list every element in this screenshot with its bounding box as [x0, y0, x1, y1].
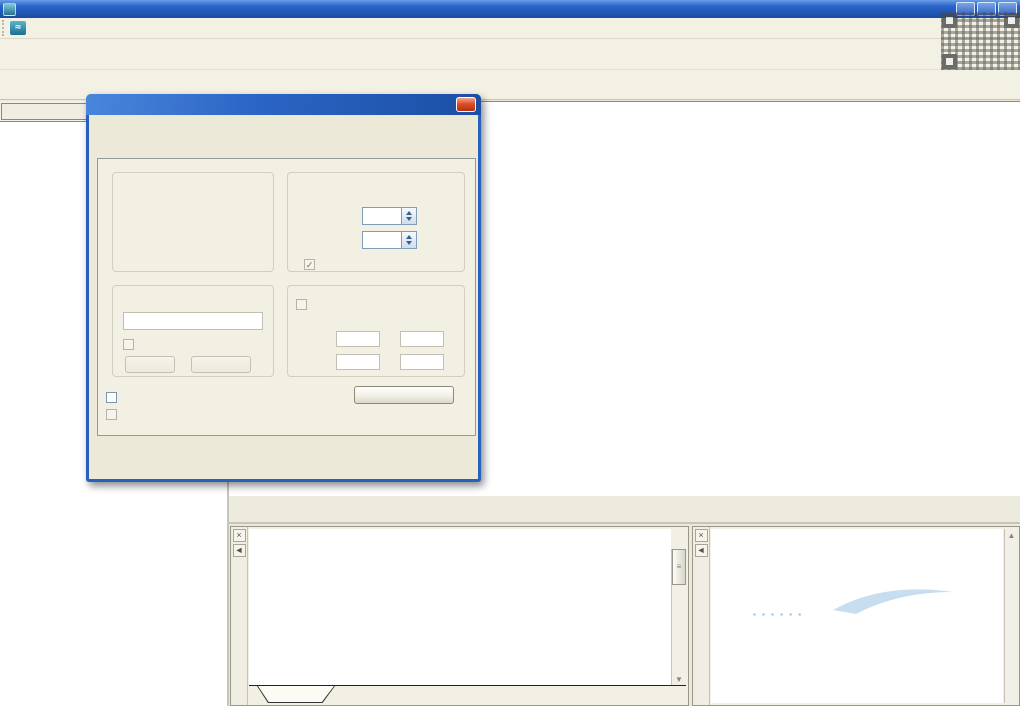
- cst-application-window: ≈ × ◄ ≡ ▼ × ◄ ▲ ✓ ▪ ▪ ▪ ▪ ▪ ▪: [0, 0, 1020, 706]
- parameter-list-close-icon[interactable]: ×: [232, 529, 246, 542]
- parameter-list-strip: × ◄: [231, 527, 248, 705]
- settings-button[interactable]: [191, 356, 251, 373]
- parameter-list-pin-icon[interactable]: ◄: [232, 544, 246, 557]
- phi-end-input[interactable]: [400, 354, 444, 370]
- dialog-title-bar: [86, 94, 481, 115]
- cst-logo-icon: ≈: [10, 21, 26, 35]
- lock-steps-box: ✓: [304, 258, 315, 270]
- parameter-list-panel: × ◄ ≡ ▼: [230, 526, 689, 706]
- menu-bar: ≈: [0, 18, 1020, 39]
- app-icon: [3, 2, 16, 16]
- global-sheet-tab[interactable]: [257, 686, 335, 703]
- dialog-tab-page: ✓: [97, 158, 476, 436]
- message-window-close-icon[interactable]: ×: [694, 529, 708, 542]
- set-time-box: [123, 338, 134, 350]
- minimize-button[interactable]: [956, 2, 975, 16]
- polar-360-box: [106, 391, 117, 403]
- parameter-table-scrollbar[interactable]: ≡ ▼: [671, 549, 686, 685]
- title-bar: [0, 0, 1020, 18]
- angular-range-group: [287, 285, 465, 377]
- lock-steps-checkbox[interactable]: ✓: [304, 256, 320, 272]
- plot-angular-range-checkbox[interactable]: [296, 296, 312, 312]
- scrollbar-down-arrow[interactable]: ▼: [672, 675, 686, 684]
- farfield-plot-dialog: ✓: [86, 94, 481, 482]
- theta-step-input[interactable]: [362, 231, 402, 249]
- parameter-table: [249, 529, 671, 685]
- message-window-pin-icon[interactable]: ◄: [694, 544, 708, 557]
- range-180-box: [106, 408, 117, 420]
- message-window-content: [711, 529, 1003, 703]
- theta-end-input[interactable]: [400, 331, 444, 347]
- vary-group: ✓: [287, 172, 465, 272]
- theta-start-input[interactable]: [336, 331, 380, 347]
- sheet-tab-divider: [249, 685, 686, 686]
- phi-start-input[interactable]: [336, 354, 380, 370]
- plot-type-group: [112, 172, 274, 272]
- scrollbar-thumb[interactable]: ≡: [672, 549, 686, 585]
- message-window-strip: × ◄: [693, 527, 710, 705]
- menu-grip: [2, 20, 6, 36]
- plot-angular-range-box: [296, 298, 307, 310]
- phi-input[interactable]: [362, 207, 402, 225]
- document-tab-bar: [229, 496, 1020, 524]
- restore-button[interactable]: [977, 2, 996, 16]
- dialog-close-button[interactable]: [456, 97, 476, 112]
- set-time-checkbox[interactable]: [123, 336, 139, 352]
- message-window-panel: × ◄ ▲: [692, 526, 1020, 706]
- theta-step-spinner[interactable]: [402, 231, 417, 249]
- frequency-input[interactable]: [123, 312, 263, 330]
- message-window-scrollbar[interactable]: ▲: [1004, 529, 1018, 703]
- toolbar-standard: [0, 39, 1020, 70]
- range-180-checkbox[interactable]: [106, 406, 122, 422]
- polar-360-checkbox[interactable]: [106, 389, 122, 405]
- frequency-group: [112, 285, 274, 377]
- start-button[interactable]: [125, 356, 175, 373]
- close-button[interactable]: [998, 2, 1017, 16]
- save-as-source-button[interactable]: [354, 386, 454, 404]
- navigation-tree-header: [1, 103, 93, 120]
- phi-spinner[interactable]: [402, 207, 417, 225]
